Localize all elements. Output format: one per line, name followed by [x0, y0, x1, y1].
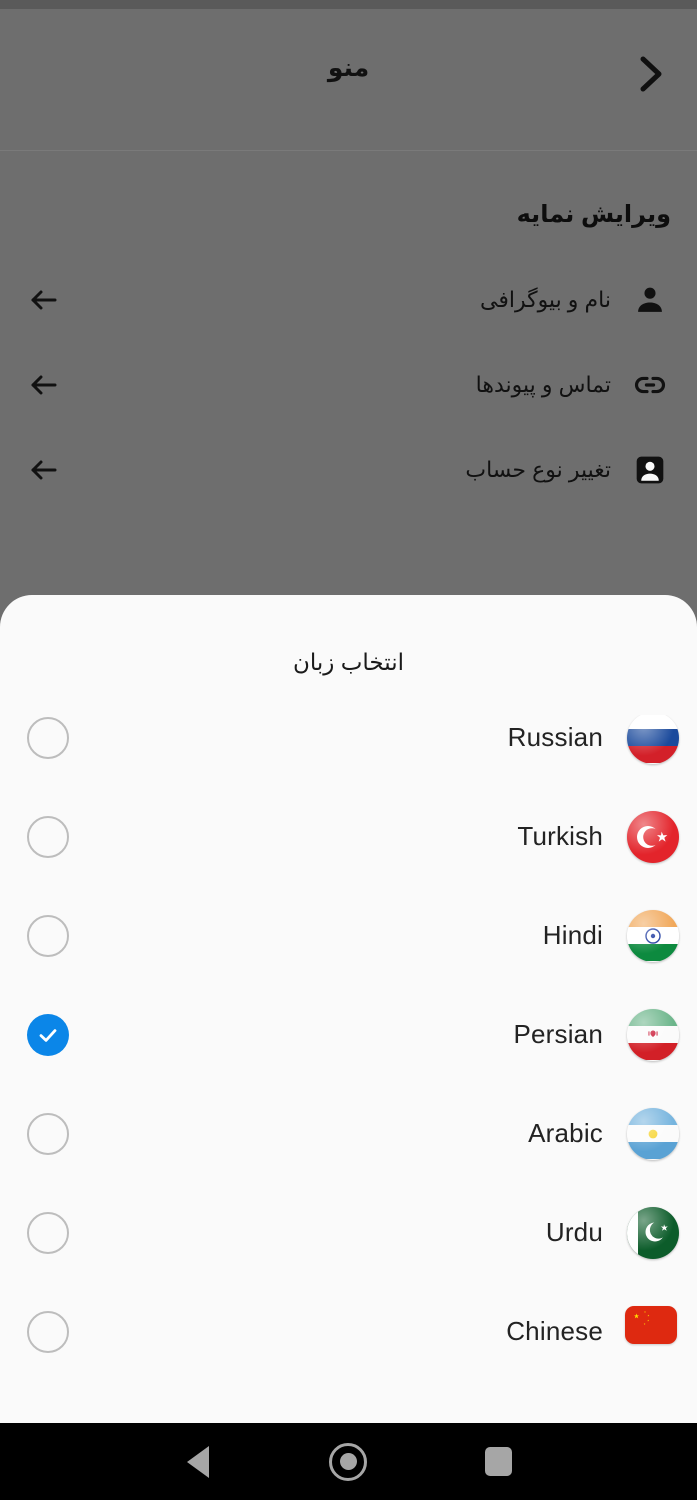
menu-item-label: تغییر نوع حساب — [465, 457, 611, 482]
arrow-left-icon[interactable] — [24, 270, 64, 330]
language-radio[interactable] — [27, 1112, 69, 1155]
language-option-hindi[interactable]: Hindi — [0, 886, 697, 985]
sheet-title: انتخاب زبان — [292, 649, 405, 675]
link-icon — [629, 355, 671, 415]
language-radio[interactable] — [27, 914, 69, 957]
language-radio[interactable] — [27, 815, 69, 858]
status-bar — [0, 0, 697, 9]
chevron-right-icon[interactable] — [621, 45, 679, 103]
section-title: ویرایش نمایه — [516, 201, 671, 228]
menu-item-label: تماس و پیوندها — [475, 372, 611, 397]
language-radio-selected[interactable] — [27, 1013, 69, 1056]
phone-screen: منو ویرایش نمایه نام و بیوگرافی تماس و پ… — [0, 0, 697, 1500]
language-radio[interactable] — [27, 1310, 69, 1353]
language-label: Urdu — [545, 1217, 603, 1247]
language-option-chinese[interactable]: Chinese — [0, 1282, 697, 1381]
menu-item-contact-links[interactable]: تماس و پیوندها — [0, 355, 697, 415]
language-option-persian[interactable]: Persian — [0, 985, 697, 1084]
language-option-urdu[interactable]: Urdu — [0, 1183, 697, 1282]
language-option-arabic[interactable]: Arabic — [0, 1084, 697, 1183]
language-label: Hindi — [542, 920, 603, 950]
menu-item-name-bio[interactable]: نام و بیوگرافی — [0, 270, 697, 330]
android-nav-bar — [0, 1423, 697, 1500]
app-bar: منو — [0, 9, 697, 150]
flag-turkey-icon — [627, 810, 679, 863]
recents-square-icon[interactable] — [458, 1423, 538, 1500]
person-icon — [629, 270, 671, 330]
language-label: Russian — [507, 722, 603, 752]
app-bar-divider — [0, 150, 697, 151]
language-label: Arabic — [528, 1118, 603, 1148]
language-label: Persian — [513, 1019, 603, 1049]
language-list[interactable]: Russian Turkish Hindi Persian Arabic Urd… — [0, 715, 697, 1423]
arrow-left-icon[interactable] — [24, 355, 64, 415]
arrow-left-icon[interactable] — [24, 440, 64, 500]
language-label: Chinese — [506, 1316, 603, 1346]
menu-item-switch-account-type[interactable]: تغییر نوع حساب — [0, 440, 697, 500]
flag-russia-icon — [627, 715, 679, 764]
flag-china-icon — [625, 1305, 677, 1358]
language-label: Turkish — [517, 821, 603, 851]
language-option-turkish[interactable]: Turkish — [0, 787, 697, 886]
language-radio[interactable] — [27, 1211, 69, 1254]
language-bottom-sheet: انتخاب زبان Russian Turkish Hindi Persia… — [0, 595, 697, 1423]
flag-india-icon — [627, 909, 679, 962]
flag-iran-icon — [627, 1008, 679, 1061]
flag-pakistan-icon — [627, 1206, 679, 1259]
account-box-icon — [629, 440, 671, 500]
flag-argentina-icon — [627, 1107, 679, 1160]
app-bar-title: منو — [327, 54, 370, 82]
home-circle-icon[interactable] — [308, 1423, 388, 1500]
back-triangle-icon[interactable] — [158, 1423, 238, 1500]
language-option-russian[interactable]: Russian — [0, 715, 697, 787]
language-radio[interactable] — [27, 716, 69, 759]
menu-item-label: نام و بیوگرافی — [479, 287, 611, 312]
